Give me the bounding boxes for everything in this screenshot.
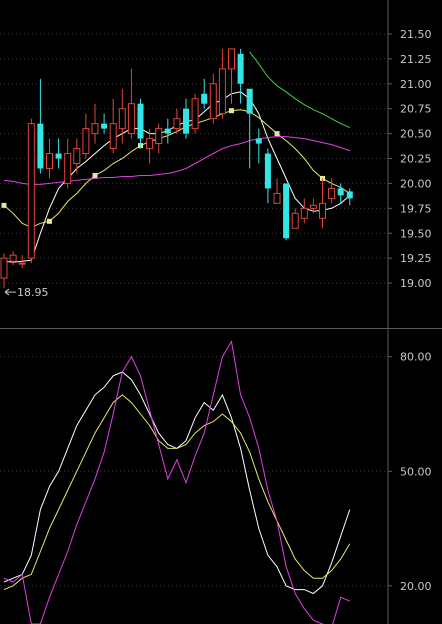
candle-body [201,93,208,104]
candle-body [146,138,154,150]
stock-chart: 21.50 21.25 21.00 20.75 20.50 20.25 20.00 19.75… [0,0,442,624]
candle-body [346,191,353,199]
osc-line-0 [3,371,351,595]
osc-tick-label: 50.00 [400,465,432,478]
price-tick-label: 19.25 [400,252,432,265]
candle-body [64,153,72,184]
candle-body [291,212,299,229]
candle-body [27,123,35,259]
price-tick-label: 20.75 [400,103,432,116]
price-tick-label: 21.00 [400,78,432,91]
price-tick-label: 21.25 [400,53,432,66]
ma-marker [47,218,52,224]
candle-body [18,262,26,265]
price-tick-label: 20.25 [400,153,432,166]
candle-body [137,103,144,139]
low-annotation-label: 18.95 [17,286,49,299]
candle-body [237,53,244,84]
candle-body [300,207,308,219]
price-tick-label: 19.00 [400,277,432,290]
candle-body [209,83,217,120]
candle-body [91,123,99,135]
candle-body [191,98,199,130]
candle-body [319,202,326,219]
candle-body [82,128,90,155]
ma-marker [274,131,280,137]
candle-body [309,204,317,209]
candle-body [0,257,8,279]
osc-line-2 [3,340,350,624]
candle-body [9,254,17,262]
candle-body [109,123,117,150]
ma-marker [92,172,98,178]
candle-body [264,153,271,189]
candle-body [218,68,226,115]
candle-body [255,138,262,144]
candle-body [328,187,336,199]
osc-tick-label: 20.00 [400,580,432,593]
chart-canvas: 21.50 21.25 21.00 20.75 20.50 20.25 20.00 19.75… [0,0,442,624]
candle-body [127,103,135,135]
candle-body [183,108,189,134]
price-tick-label: 21.50 [400,28,432,41]
candle-body [155,128,163,145]
candle-body [337,188,344,196]
candle-body [55,153,62,159]
candle-body [37,123,44,169]
price-panel [0,48,353,289]
ma-marker [1,202,7,208]
candle-body [246,88,253,114]
candle-body [173,118,181,130]
osc-line-1 [3,394,351,591]
ma-line-2 [3,136,350,185]
axis-labels: 21.50 21.25 21.00 20.75 20.50 20.25 20.00 19.75… [4,28,432,593]
candle-body [283,183,290,239]
candle-body [228,48,235,70]
candle-body [73,148,81,165]
price-tick-label: 19.50 [400,227,432,240]
osc-tick-label: 80.00 [400,351,432,364]
candle-body [164,128,171,134]
candle-body [118,108,126,130]
price-tick-label: 19.75 [400,202,432,215]
candle-body [101,123,108,129]
oscillator-panel [3,340,351,624]
ma-marker [229,108,234,114]
price-tick-label: 20.50 [400,128,432,141]
ma-line-3 [249,51,351,129]
price-tick-label: 20.00 [400,177,432,190]
candle-body [273,192,281,204]
candle-body [46,153,53,169]
